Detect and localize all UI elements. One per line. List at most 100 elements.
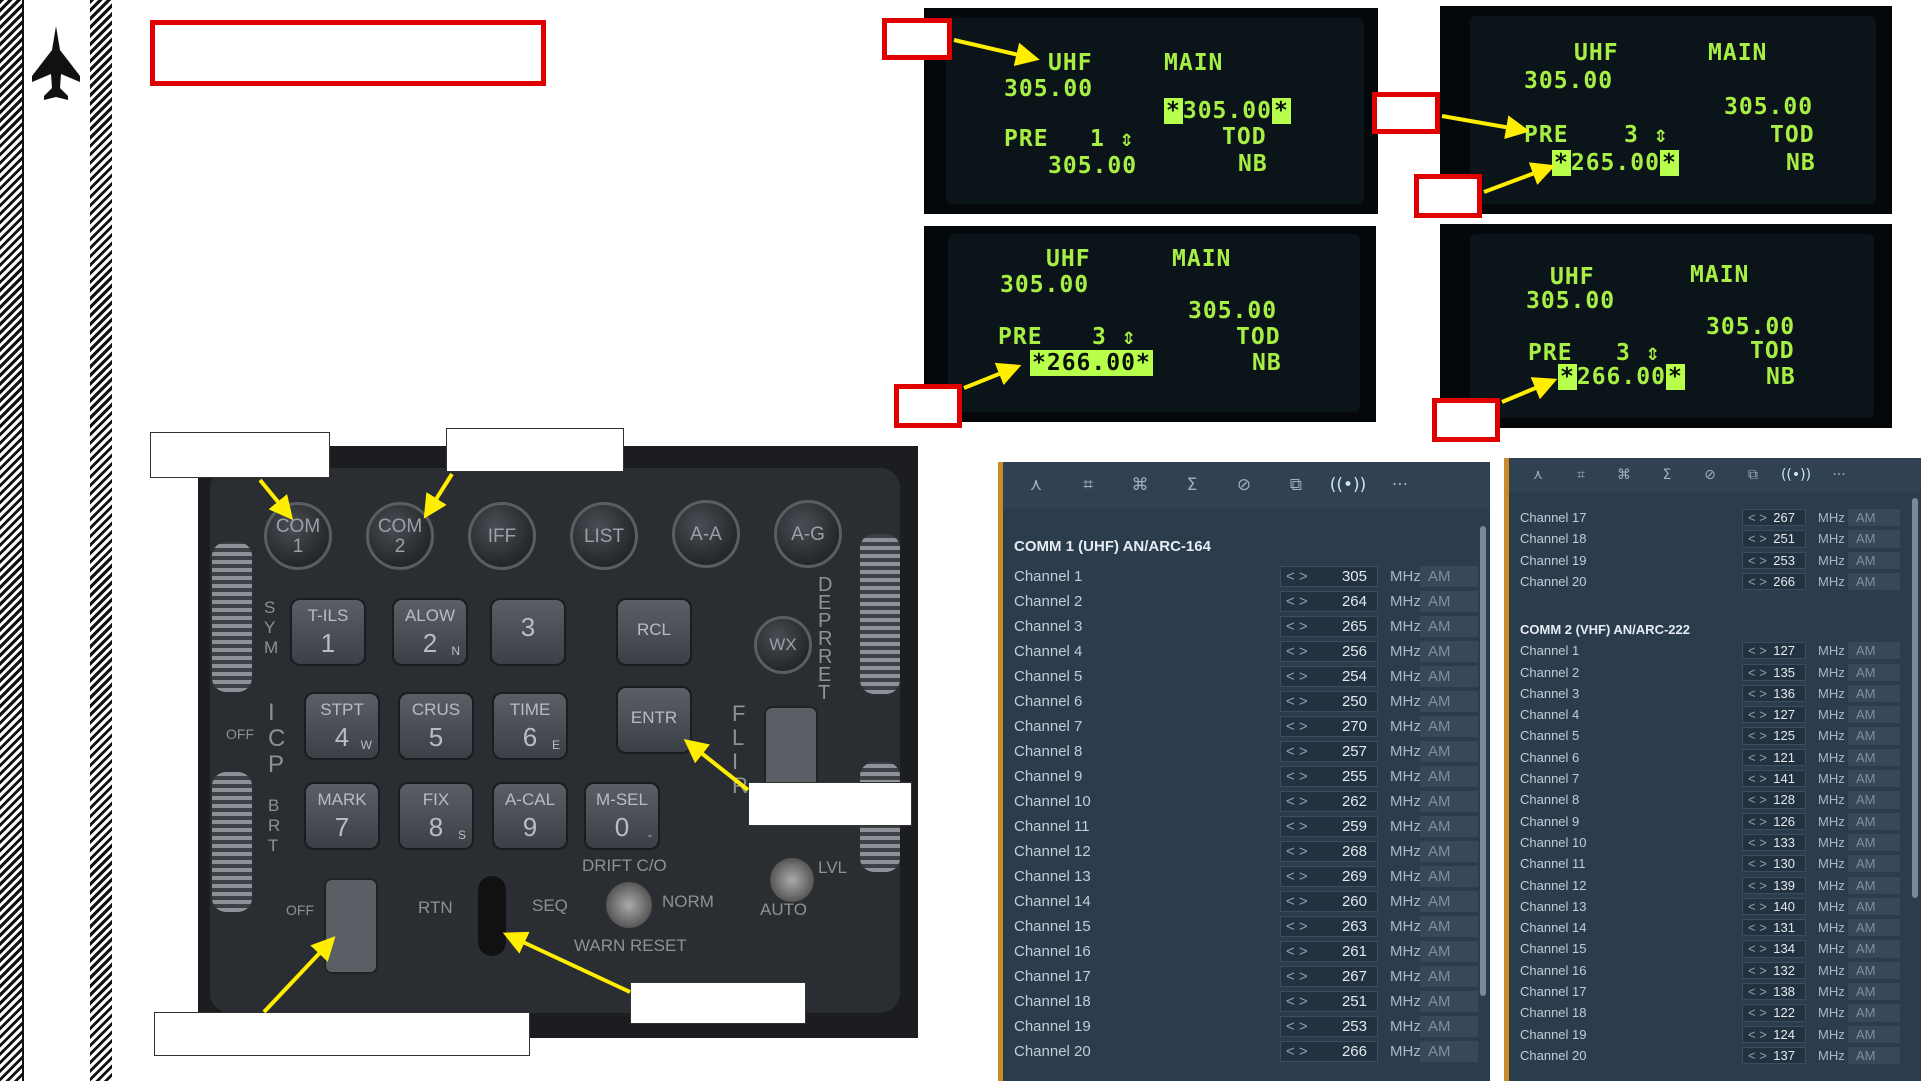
modulation-select[interactable]: AM	[1420, 766, 1478, 787]
stepper-arrows-icon[interactable]: < >	[1286, 842, 1308, 861]
stepper-arrows-icon[interactable]: < >	[1748, 1005, 1767, 1020]
stepper-arrows-icon[interactable]: < >	[1748, 899, 1767, 914]
modulation-select[interactable]: AM	[1420, 1041, 1478, 1062]
stepper-arrows-icon[interactable]: < >	[1748, 643, 1767, 658]
channel-frequency-stepper[interactable]: < > 265	[1280, 616, 1378, 637]
stepper-arrows-icon[interactable]: < >	[1286, 792, 1308, 811]
channel-frequency-stepper[interactable]: < > 251	[1742, 530, 1806, 548]
dobber-switch[interactable]	[478, 876, 506, 956]
sym-knob[interactable]	[212, 542, 252, 692]
channel-frequency-stepper[interactable]: < > 263	[1280, 916, 1378, 937]
channel-frequency-stepper[interactable]: < > 260	[1280, 891, 1378, 912]
channel-frequency-stepper[interactable]: < > 124	[1742, 1025, 1806, 1043]
modulation-select[interactable]: AM	[1420, 616, 1478, 637]
stepper-arrows-icon[interactable]: < >	[1748, 686, 1767, 701]
radio-icon[interactable]: ((•))	[1323, 462, 1373, 508]
channel-frequency-stepper[interactable]: < > 127	[1742, 706, 1806, 724]
a-g-button[interactable]: A-G	[774, 500, 842, 568]
key-a-cal-9[interactable]: A-CAL 9	[492, 782, 568, 850]
channel-frequency-stepper[interactable]: < > 122	[1742, 1004, 1806, 1022]
modulation-select[interactable]: AM	[1420, 891, 1478, 912]
stepper-arrows-icon[interactable]: < >	[1286, 617, 1308, 636]
stepper-arrows-icon[interactable]: < >	[1286, 917, 1308, 936]
network-icon[interactable]: ⌘	[1115, 462, 1165, 508]
channel-frequency-stepper[interactable]: < > 257	[1280, 741, 1378, 762]
modulation-select[interactable]: AM	[1848, 530, 1900, 548]
modulation-select[interactable]: AM	[1848, 663, 1900, 681]
drift-switch[interactable]	[606, 882, 652, 928]
stepper-arrows-icon[interactable]: < >	[1286, 592, 1308, 611]
list-button[interactable]: LIST	[570, 502, 638, 570]
modulation-select[interactable]: AM	[1848, 855, 1900, 873]
stepper-arrows-icon[interactable]: < >	[1748, 963, 1767, 978]
stepper-arrows-icon[interactable]: < >	[1286, 667, 1308, 686]
stepper-arrows-icon[interactable]: < >	[1748, 941, 1767, 956]
stepper-arrows-icon[interactable]: < >	[1748, 856, 1767, 871]
channel-frequency-stepper[interactable]: < > 253	[1280, 1016, 1378, 1037]
stepper-arrows-icon[interactable]: < >	[1748, 665, 1767, 680]
channel-frequency-stepper[interactable]: < > 269	[1280, 866, 1378, 887]
modulation-select[interactable]: AM	[1848, 812, 1900, 830]
channel-frequency-stepper[interactable]: < > 262	[1280, 791, 1378, 812]
modulation-select[interactable]: AM	[1848, 509, 1900, 527]
channel-frequency-stepper[interactable]: < > 127	[1742, 642, 1806, 660]
stepper-arrows-icon[interactable]: < >	[1748, 750, 1767, 765]
modulation-select[interactable]: AM	[1848, 961, 1900, 979]
stepper-arrows-icon[interactable]: < >	[1286, 967, 1308, 986]
modulation-select[interactable]: AM	[1848, 940, 1900, 958]
modulation-select[interactable]: AM	[1848, 897, 1900, 916]
channel-frequency-stepper[interactable]: < > 138	[1742, 983, 1806, 1001]
channel-frequency-stepper[interactable]: < > 251	[1280, 991, 1378, 1012]
modulation-select[interactable]: AM	[1420, 741, 1478, 762]
channel-frequency-stepper[interactable]: < > 267	[1742, 509, 1806, 527]
modulation-select[interactable]: AM	[1848, 876, 1900, 894]
stepper-arrows-icon[interactable]: < >	[1748, 771, 1767, 786]
stepper-arrows-icon[interactable]: < >	[1748, 835, 1767, 850]
modulation-select[interactable]: AM	[1420, 841, 1478, 862]
key-3[interactable]: 3	[490, 598, 566, 666]
modulation-select[interactable]: AM	[1848, 706, 1900, 724]
modulation-select[interactable]: AM	[1848, 1046, 1900, 1065]
stepper-arrows-icon[interactable]: < >	[1748, 574, 1767, 589]
channel-frequency-stepper[interactable]: < > 250	[1280, 691, 1378, 712]
modulation-select[interactable]: AM	[1420, 941, 1478, 962]
channel-frequency-stepper[interactable]: < > 137	[1742, 1046, 1806, 1065]
modulation-select[interactable]: AM	[1420, 591, 1478, 612]
com2-button[interactable]: COM 2	[366, 502, 434, 570]
modulation-select[interactable]: AM	[1420, 966, 1478, 987]
modulation-select[interactable]: AM	[1420, 666, 1478, 687]
key-crus-5[interactable]: CRUS 5	[398, 692, 474, 760]
stepper-arrows-icon[interactable]: < >	[1286, 1042, 1308, 1061]
channel-frequency-stepper[interactable]: < > 136	[1742, 684, 1806, 703]
key-mark-7[interactable]: MARK 7	[304, 782, 380, 850]
modulation-select[interactable]: AM	[1420, 991, 1478, 1012]
channel-frequency-stepper[interactable]: < > 261	[1280, 941, 1378, 962]
channel-frequency-stepper[interactable]: < > 254	[1280, 666, 1378, 687]
modulation-select[interactable]: AM	[1848, 642, 1900, 660]
modulation-select[interactable]: AM	[1420, 816, 1478, 837]
modulation-select[interactable]: AM	[1848, 684, 1900, 703]
stepper-arrows-icon[interactable]: < >	[1748, 792, 1767, 807]
flir-gain-switch[interactable]	[770, 858, 814, 902]
stepper-arrows-icon[interactable]: < >	[1286, 892, 1308, 911]
stepper-arrows-icon[interactable]: < >	[1748, 728, 1767, 743]
channel-frequency-stepper[interactable]: < > 131	[1742, 919, 1806, 937]
more-icon[interactable]: ···	[1375, 462, 1425, 508]
flir-rocker[interactable]	[764, 706, 818, 794]
modulation-select[interactable]: AM	[1848, 1004, 1900, 1022]
stepper-arrows-icon[interactable]: < >	[1748, 531, 1767, 546]
wx-button[interactable]: WX	[754, 616, 812, 674]
crosshair-icon[interactable]: ⌗	[1063, 462, 1113, 508]
channel-frequency-stepper[interactable]: < > 266	[1280, 1041, 1378, 1062]
stepper-arrows-icon[interactable]: < >	[1286, 867, 1308, 886]
iff-button[interactable]: IFF	[468, 502, 536, 570]
channel-frequency-stepper[interactable]: < > 305	[1280, 566, 1378, 587]
modulation-select[interactable]: AM	[1848, 791, 1900, 809]
stepper-arrows-icon[interactable]: < >	[1286, 942, 1308, 961]
key-fix-8[interactable]: FIX 8 S	[398, 782, 474, 850]
stepper-arrows-icon[interactable]: < >	[1748, 814, 1767, 829]
stepper-arrows-icon[interactable]: < >	[1286, 767, 1308, 786]
channel-frequency-stepper[interactable]: < > 268	[1280, 841, 1378, 862]
stepper-arrows-icon[interactable]: < >	[1286, 817, 1308, 836]
channel-frequency-stepper[interactable]: < > 130	[1742, 855, 1806, 873]
